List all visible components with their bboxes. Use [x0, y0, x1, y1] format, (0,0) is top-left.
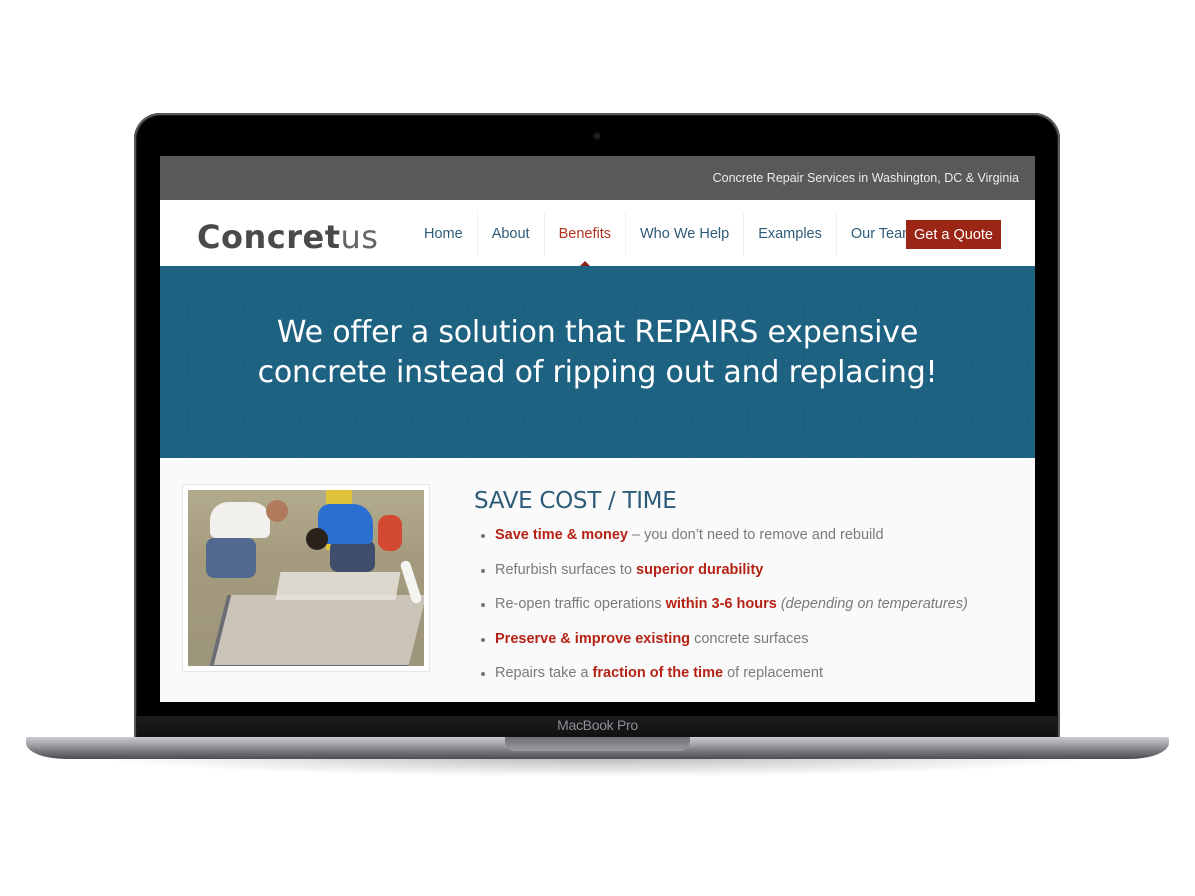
nav-who-we-help[interactable]: Who We Help: [625, 212, 743, 256]
nav-about[interactable]: About: [476, 212, 544, 256]
nav-label: Our Team: [850, 226, 915, 242]
benefits-list: Save time & money – you don’t need to re…: [474, 526, 1014, 683]
camera-icon: [594, 133, 600, 139]
benefit-text: concrete surfaces: [690, 630, 809, 647]
photo-sheet: [275, 572, 401, 600]
benefit-highlight: superior durability: [636, 561, 764, 578]
benefit-note: (depending on temperatures): [780, 596, 968, 612]
nav-label: Who We Help: [640, 226, 730, 242]
site-header: Concretus Home About Benefits Who We Hel…: [160, 200, 1035, 266]
benefit-text: Re-open traffic operations: [495, 596, 666, 612]
photo-frame: [183, 485, 429, 671]
benefit-highlight: Save time & money: [495, 527, 628, 543]
benefits-list-block: SAVE COST / TIME Save time & money – you…: [474, 488, 1014, 699]
logo-bold: Concret: [197, 218, 341, 256]
nav-label: Home: [424, 226, 463, 242]
benefits-section: SAVE COST / TIME Save time & money – you…: [160, 458, 1035, 702]
nav-label: About: [491, 226, 530, 242]
photo-worker1-shirt: [210, 502, 270, 538]
section-title: SAVE COST / TIME: [474, 488, 677, 514]
device-label: MacBook Pro: [557, 717, 638, 733]
photo-worker2: [330, 540, 375, 572]
benefit-text: Repairs take a: [495, 665, 593, 681]
benefit-item: Preserve & improve existing concrete sur…: [495, 630, 1014, 649]
browser-screen: Concrete Repair Services in Washington, …: [160, 156, 1035, 702]
benefit-highlight: within 3-6 hours: [665, 596, 777, 612]
logo-light: us: [340, 218, 379, 256]
top-bar: Concrete Repair Services in Washington, …: [160, 156, 1035, 200]
nav-benefits[interactable]: Benefits: [543, 212, 625, 266]
hero-heading: We offer a solution that REPAIRS expensi…: [257, 315, 938, 390]
main-nav: Home About Benefits Who We Help Examples…: [410, 212, 928, 266]
benefit-item: Re-open traffic operations within 3-6 ho…: [495, 595, 1014, 614]
nav-label: Benefits: [558, 226, 611, 242]
benefit-text: Refurbish surfaces to: [495, 561, 637, 578]
benefit-text: – you don’t need to remove and rebuild: [627, 527, 884, 543]
photo-blower: [378, 515, 402, 551]
laptop-shadow: [90, 757, 1105, 777]
nav-examples[interactable]: Examples: [743, 212, 836, 256]
get-a-quote-button[interactable]: Get a Quote: [906, 220, 1001, 249]
benefit-item: Save time & money – you don’t need to re…: [495, 526, 1014, 545]
photo-worker1-head: [266, 500, 288, 522]
site-logo[interactable]: Concretus: [197, 218, 378, 256]
nav-home[interactable]: Home: [410, 212, 477, 256]
topbar-tagline: Concrete Repair Services in Washington, …: [712, 171, 1019, 185]
photo-worker1: [206, 538, 256, 578]
hero-banner: We offer a solution that REPAIRS expensi…: [160, 266, 1035, 458]
photo-mat: [208, 595, 424, 666]
laptop-notch: [505, 737, 690, 751]
benefit-item: Repairs take a fraction of the time of r…: [495, 664, 1014, 683]
benefit-highlight: Preserve & improve existing: [495, 630, 691, 647]
photo-worker2-head: [306, 528, 328, 550]
benefit-highlight: fraction of the time: [592, 665, 724, 681]
active-caret-icon: [579, 261, 590, 266]
nav-label: Examples: [758, 226, 822, 242]
benefit-text: of replacement: [723, 665, 823, 681]
benefit-item: Refurbish surfaces to superior durabilit…: [495, 561, 1014, 580]
workers-photo: [188, 490, 424, 666]
